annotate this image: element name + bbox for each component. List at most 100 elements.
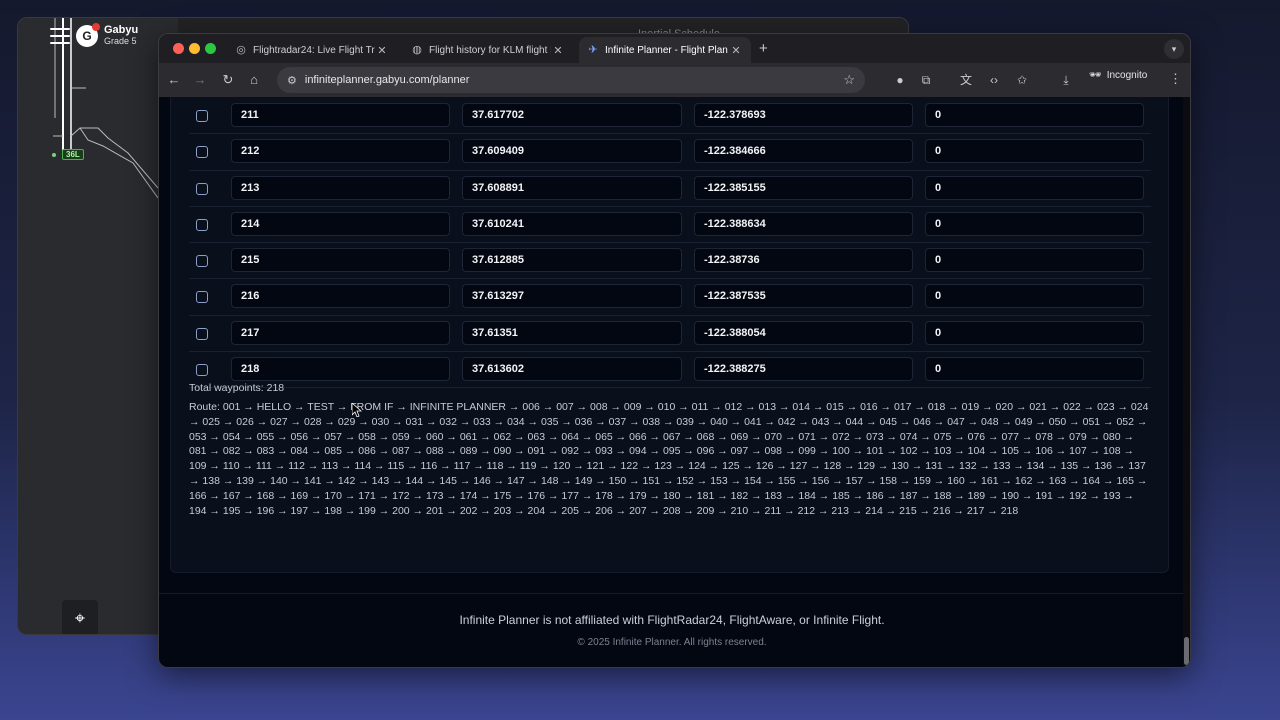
row-checkbox[interactable] — [196, 327, 208, 340]
longitude-field[interactable]: -122.378693 — [694, 103, 913, 127]
waypoint-name-field[interactable]: 218 — [231, 357, 450, 382]
reload-button[interactable]: ↻ — [219, 71, 237, 89]
url-text: infiniteplanner.gabyu.com/planner — [304, 74, 470, 86]
incognito-icon: 🕶 — [1089, 70, 1102, 81]
scroll-thumb[interactable] — [1184, 637, 1189, 665]
new-tab-button[interactable]: + — [759, 40, 768, 57]
altitude-field[interactable]: 0 — [925, 139, 1144, 164]
forward-button[interactable]: → — [191, 71, 209, 89]
footer-copyright: © 2025 Infinite Planner. All rights rese… — [577, 637, 767, 648]
site-info-icon[interactable]: ⚙ — [287, 74, 297, 87]
waypoint-name-field[interactable]: 211 — [231, 103, 450, 127]
waypoint-name-field[interactable]: 213 — [231, 175, 450, 200]
latitude-field[interactable]: 37.617702 — [462, 103, 682, 127]
extension-1password-icon[interactable]: ● — [891, 71, 909, 89]
close-icon[interactable]: ✕ — [375, 44, 389, 57]
altitude-field[interactable]: 0 — [925, 284, 1144, 309]
page-scrollbar[interactable] — [1183, 97, 1190, 667]
globe-icon: ◍ — [412, 44, 422, 56]
browser-window: ◎ Flightradar24: Live Flight Tra ✕ ◍ Fli… — [158, 33, 1191, 668]
tab-title: Flight history for KLM flight K — [429, 44, 551, 56]
total-waypoints: Total waypoints: 218 — [189, 382, 285, 394]
longitude-field[interactable]: -122.388275 — [694, 357, 913, 382]
latitude-field[interactable]: 37.609409 — [462, 139, 682, 164]
latitude-field[interactable]: 37.608891 — [462, 175, 682, 200]
tab-title: Flightradar24: Live Flight Tra — [253, 44, 375, 56]
row-checkbox[interactable] — [196, 182, 208, 195]
row-checkbox[interactable] — [196, 291, 208, 304]
row-checkbox[interactable] — [196, 218, 208, 231]
code-icon[interactable]: ‹› — [985, 71, 1003, 89]
tab-search-button[interactable]: ▾ — [1164, 39, 1184, 59]
table-row: 214 37.610241 -122.388634 0 — [189, 207, 1151, 244]
latitude-field[interactable]: 37.612885 — [462, 248, 682, 273]
latitude-field[interactable]: 37.613297 — [462, 284, 682, 309]
avatar: G — [76, 22, 100, 47]
waypoint-name-field[interactable]: 214 — [231, 211, 450, 236]
crosshair-icon: ⌖ — [74, 607, 86, 628]
row-checkbox[interactable] — [196, 146, 208, 159]
minimize-window-button[interactable] — [189, 43, 200, 54]
user-grade: Grade 5 — [104, 36, 137, 46]
bookmark-star-icon[interactable]: ☆ — [843, 72, 855, 88]
waypoint-name-field[interactable]: 217 — [231, 320, 450, 345]
longitude-field[interactable]: -122.388634 — [694, 211, 913, 236]
browser-toolbar: ← → ↻ ⌂ ⚙ infiniteplanner.gabyu.com/plan… — [159, 63, 1190, 97]
back-button[interactable]: ← — [165, 71, 183, 89]
translate-icon[interactable]: 文 — [957, 71, 975, 89]
menu-icon[interactable] — [50, 28, 70, 44]
user-profile[interactable]: G Gabyu Grade 5 — [76, 22, 139, 47]
altitude-field[interactable]: 0 — [925, 248, 1144, 273]
table-row: 215 37.612885 -122.38736 0 — [189, 243, 1151, 280]
tab-title: Infinite Planner - Flight Plan C — [605, 44, 729, 56]
runway-label: 36L — [62, 149, 84, 160]
table-row: 213 37.608891 -122.385155 0 — [189, 171, 1151, 207]
page-content: 211 37.617702 -122.378693 0 212 37.60940… — [159, 97, 1185, 667]
map-area[interactable]: G Gabyu Grade 5 36L ⌖ — [18, 18, 178, 634]
waypoints-table: 211 37.617702 -122.378693 0 212 37.60940… — [189, 98, 1151, 389]
altitude-field[interactable]: 0 — [925, 175, 1144, 200]
waypoints-card: 211 37.617702 -122.378693 0 212 37.60940… — [170, 97, 1169, 573]
home-button[interactable]: ⌂ — [245, 71, 263, 89]
tab-flight-history[interactable]: ◍ Flight history for KLM flight K ✕ — [403, 37, 573, 63]
table-row: 212 37.609409 -122.384666 0 — [189, 134, 1151, 171]
route-string: Route: 001 → HELLO → TEST → FROM IF → IN… — [189, 401, 1149, 517]
user-name: Gabyu — [104, 24, 139, 36]
close-icon[interactable]: ✕ — [729, 44, 743, 57]
close-icon[interactable]: ✕ — [551, 44, 565, 57]
chevron-down-icon: ▾ — [1171, 43, 1177, 54]
close-window-button[interactable] — [173, 43, 184, 54]
incognito-indicator[interactable]: 🕶 Incognito — [1089, 70, 1147, 81]
table-row: 216 37.613297 -122.387535 0 — [189, 279, 1151, 316]
row-checkbox[interactable] — [196, 110, 208, 122]
altitude-field[interactable]: 0 — [925, 357, 1144, 382]
address-bar[interactable]: ⚙ infiniteplanner.gabyu.com/planner ☆ — [277, 67, 865, 93]
bookmarks-icon[interactable]: ✩ — [1013, 71, 1031, 89]
tab-flightradar24[interactable]: ◎ Flightradar24: Live Flight Tra ✕ — [227, 37, 397, 63]
altitude-field[interactable]: 0 — [925, 103, 1144, 127]
browser-menu-icon[interactable]: ⋮ — [1169, 71, 1182, 87]
tab-infinite-planner[interactable]: ✈ Infinite Planner - Flight Plan C ✕ — [579, 37, 751, 63]
route-summary: Total waypoints: 218 Route: 001 → HELLO … — [189, 382, 1151, 518]
altitude-field[interactable]: 0 — [925, 320, 1144, 345]
longitude-field[interactable]: -122.384666 — [694, 139, 913, 164]
longitude-field[interactable]: -122.385155 — [694, 175, 913, 200]
latitude-field[interactable]: 37.610241 — [462, 211, 682, 236]
longitude-field[interactable]: -122.38736 — [694, 248, 913, 273]
recenter-button[interactable]: ⌖ — [62, 600, 98, 634]
download-icon[interactable]: ⤓ — [1057, 71, 1075, 89]
altitude-field[interactable]: 0 — [925, 211, 1144, 236]
waypoint-name-field[interactable]: 215 — [231, 248, 450, 273]
longitude-field[interactable]: -122.388054 — [694, 320, 913, 345]
longitude-field[interactable]: -122.387535 — [694, 284, 913, 309]
latitude-field[interactable]: 37.61351 — [462, 320, 682, 345]
incognito-label: Incognito — [1106, 70, 1148, 81]
extensions-puzzle-icon[interactable]: ⧉ — [917, 71, 935, 89]
waypoint-name-field[interactable]: 212 — [231, 139, 450, 164]
maximize-window-button[interactable] — [205, 43, 216, 54]
table-row: 211 37.617702 -122.378693 0 — [189, 98, 1151, 135]
waypoint-name-field[interactable]: 216 — [231, 284, 450, 309]
latitude-field[interactable]: 37.613602 — [462, 357, 682, 382]
row-checkbox[interactable] — [196, 255, 208, 268]
row-checkbox[interactable] — [196, 364, 208, 377]
